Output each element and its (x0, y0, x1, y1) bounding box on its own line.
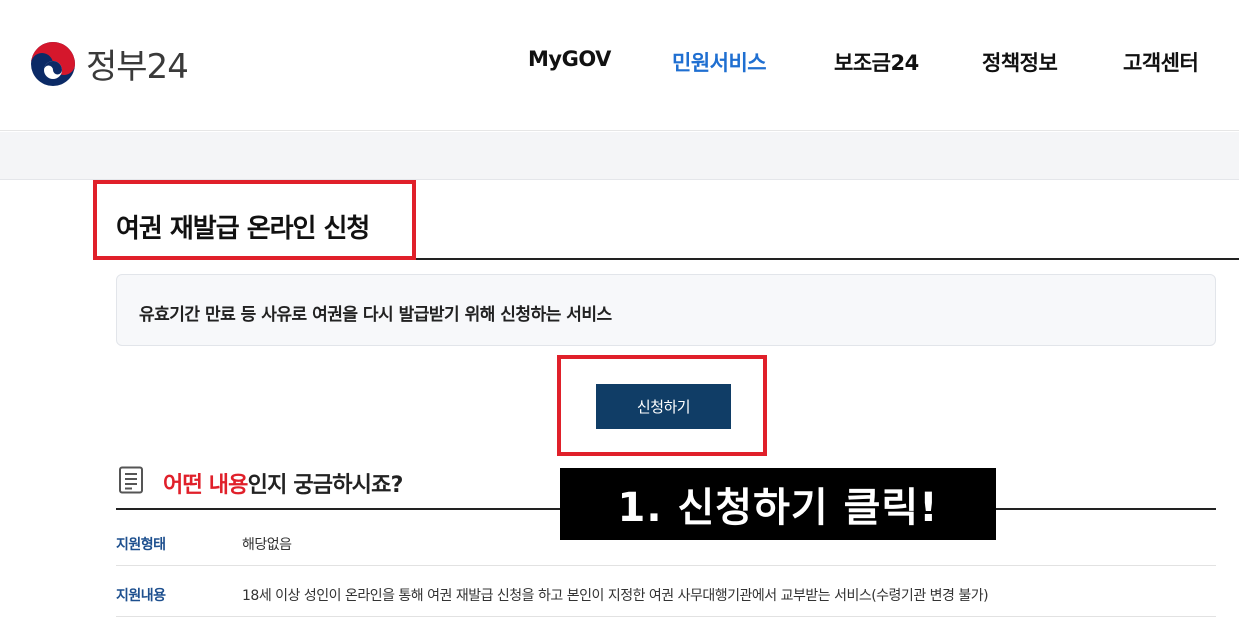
section-title-highlight: 어떤 내용 (163, 473, 248, 498)
row-value: 해당없음 (242, 537, 292, 553)
nav-policy-info[interactable]: 정책정보 (982, 47, 1058, 77)
nav-customer-center[interactable]: 고객센터 (1123, 47, 1199, 77)
site-header: 정부24 MyGOV 민원서비스 보조금24 정책정보 고객센터 (0, 0, 1239, 131)
taegeuk-logo-icon (31, 41, 75, 86)
row-value: 18세 이상 성인이 온라인을 통해 여권 재발급 신청을 하고 본인이 지정한… (242, 588, 989, 604)
row-label: 지원형태 (116, 537, 166, 553)
info-row-support-content: 지원내용 18세 이상 성인이 온라인을 통해 여권 재발급 신청을 하고 본인… (116, 566, 1216, 617)
apply-highlight-box (557, 355, 767, 456)
section-title-rest: 인지 궁금하시죠? (247, 473, 404, 498)
logo-text: 정부24 (86, 47, 189, 87)
nav-civil-service[interactable]: 민원서비스 (672, 47, 767, 77)
sub-navigation-bar (0, 132, 1239, 180)
nav-subsidy24[interactable]: 보조금24 (834, 47, 919, 77)
title-highlight-box (93, 180, 416, 260)
row-label: 지원내용 (116, 588, 166, 604)
nav-mygov[interactable]: MyGOV (528, 47, 611, 77)
service-description: 유효기간 만료 등 사유로 여권을 다시 발급받기 위해 신청하는 서비스 (139, 305, 612, 325)
section-title: 어떤 내용인지 궁금하시죠? (163, 467, 403, 499)
document-icon (119, 466, 143, 494)
gov24-logo[interactable]: 정부24 (30, 39, 189, 88)
tutorial-annotation: 1. 신청하기 클릭! (560, 468, 996, 540)
title-divider (416, 258, 1239, 260)
service-description-box: 유효기간 만료 등 사유로 여권을 다시 발급받기 위해 신청하는 서비스 (116, 274, 1216, 346)
